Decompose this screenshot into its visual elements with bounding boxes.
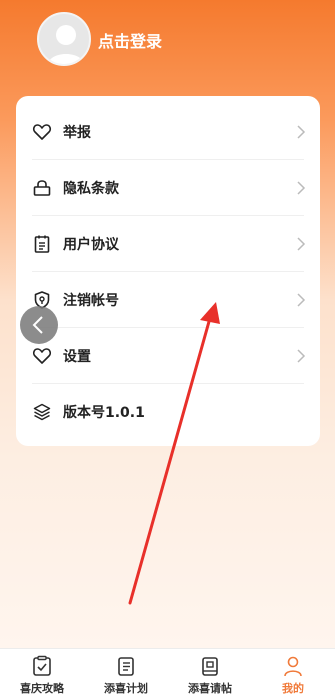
bottom-tab-bar: 喜庆攻略 添喜计划 添喜请帖 我的 — [0, 648, 335, 696]
tab-label: 添喜计划 — [104, 682, 148, 695]
person-icon — [284, 656, 302, 677]
tab-label: 添喜请帖 — [188, 682, 232, 695]
tab-mine[interactable]: 我的 — [251, 649, 335, 696]
book-icon — [202, 657, 218, 676]
annotation-arrow — [128, 302, 220, 605]
tab-invitation[interactable]: 添喜请帖 — [168, 649, 252, 696]
checklist-icon — [33, 655, 51, 676]
tab-label: 喜庆攻略 — [20, 682, 64, 695]
tab-strategy[interactable]: 喜庆攻略 — [0, 649, 84, 696]
tab-label: 我的 — [282, 682, 304, 695]
tab-plan[interactable]: 添喜计划 — [84, 649, 168, 696]
list-icon — [118, 657, 134, 676]
